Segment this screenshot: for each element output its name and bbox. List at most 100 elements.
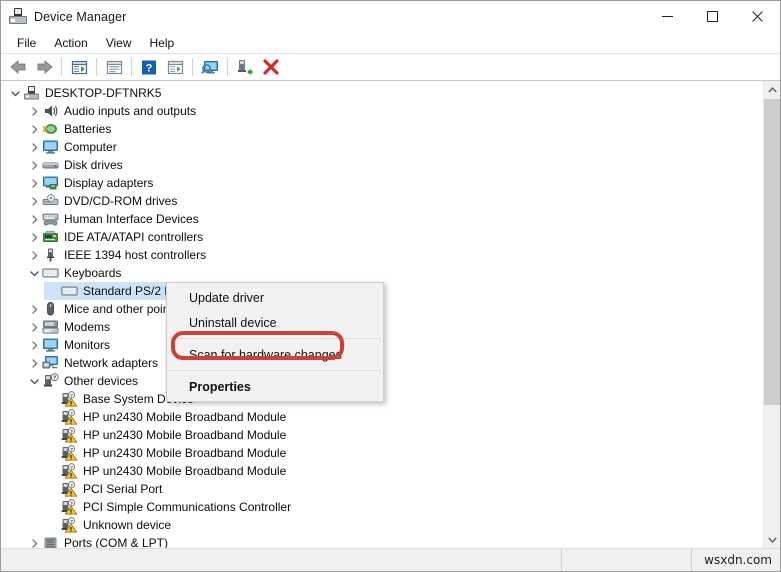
tree-item[interactable]: DESKTOP-DFTNRK5 <box>1 84 763 102</box>
display-adapter-icon <box>42 175 59 191</box>
menu-view[interactable]: View <box>97 34 141 52</box>
context-menu-item[interactable]: Update driver <box>167 285 383 310</box>
tree-item[interactable]: Display adapters <box>1 174 763 192</box>
device-manager-icon <box>9 7 27 26</box>
chevron-right-icon[interactable] <box>26 174 42 192</box>
status-middle-panel <box>562 549 692 571</box>
tree-item-label: Disk drives <box>64 158 123 172</box>
maximize-button[interactable] <box>690 1 735 32</box>
scroll-up-arrow-icon[interactable] <box>764 81 780 98</box>
context-menu-item[interactable]: Uninstall device <box>167 310 383 335</box>
chevron-right-icon[interactable] <box>26 102 42 120</box>
tree-item[interactable]: ? HP un2430 Mobile Broadband Module <box>1 408 763 426</box>
tree-item[interactable]: Keyboards <box>1 264 763 282</box>
context-menu-item[interactable]: Properties <box>167 374 383 399</box>
console-tree-button[interactable] <box>66 55 92 79</box>
tree-item-label: Display adapters <box>64 176 154 190</box>
tree-item-label: DVD/CD-ROM drives <box>64 194 178 208</box>
battery-icon <box>42 121 59 137</box>
back-button[interactable] <box>5 55 31 79</box>
tree-item[interactable]: ? Unknown device <box>1 516 763 534</box>
scan-hardware-changes-button[interactable] <box>197 55 223 79</box>
tree-item[interactable]: ? PCI Serial Port <box>1 480 763 498</box>
chevron-right-icon[interactable] <box>26 120 42 138</box>
network-adapter-icon <box>42 355 59 371</box>
tree-item[interactable]: DVD/CD-ROM drives <box>1 192 763 210</box>
tree-item-label: HP un2430 Mobile Broadband Module <box>83 428 287 442</box>
chevron-right-icon[interactable] <box>26 534 42 548</box>
tree-item[interactable]: IDE ATA/ATAPI controllers <box>1 228 763 246</box>
tree-item-label: Human Interface Devices <box>64 212 199 226</box>
unknown-device-warning-icon: ? <box>61 391 78 407</box>
unknown-device-warning-icon: ? <box>61 409 78 425</box>
properties-window-button[interactable] <box>101 55 127 79</box>
scroll-down-arrow-icon[interactable] <box>764 531 780 548</box>
unknown-device-warning-icon: ? <box>61 427 78 443</box>
tree-item-label: Other devices <box>64 374 139 388</box>
tree-item-label: Network adapters <box>64 356 159 370</box>
context-menu-item[interactable]: Scan for hardware changes <box>167 342 383 367</box>
tree-item[interactable]: Computer <box>1 138 763 156</box>
context-menu[interactable]: Update driver Uninstall device Scan for ha… <box>166 282 384 402</box>
tree-item[interactable]: Disk drives <box>1 156 763 174</box>
chevron-down-icon[interactable] <box>26 264 42 282</box>
forward-button[interactable] <box>31 55 57 79</box>
ide-controller-icon <box>42 229 59 245</box>
tree-item[interactable]: ? PCI Simple Communications Controller <box>1 498 763 516</box>
enable-device-button[interactable] <box>232 55 258 79</box>
menu-file[interactable]: File <box>8 34 45 52</box>
optical-drive-icon <box>42 193 59 209</box>
modem-icon <box>42 319 59 335</box>
chevron-right-icon[interactable] <box>26 318 42 336</box>
menu-help[interactable]: Help <box>141 34 184 52</box>
tree-item[interactable]: ? HP un2430 Mobile Broadband Module <box>1 426 763 444</box>
chevron-right-icon[interactable] <box>26 354 42 372</box>
help-button[interactable]: ? <box>136 55 162 79</box>
unknown-device-warning-icon: ? <box>61 445 78 461</box>
tree-item[interactable]: Batteries <box>1 120 763 138</box>
toolbar-separator <box>61 58 62 76</box>
computer-root-icon <box>23 85 40 101</box>
title-bar: Device Manager <box>1 1 780 32</box>
menu-action[interactable]: Action <box>45 34 96 52</box>
scrollbar-thumb[interactable] <box>764 99 780 405</box>
toolbar: ? <box>1 54 780 81</box>
close-button[interactable] <box>735 1 780 32</box>
chevron-right-icon[interactable] <box>26 138 42 156</box>
vertical-scrollbar[interactable] <box>763 81 780 548</box>
tree-item[interactable]: Ports (COM & LPT) <box>1 534 763 548</box>
chevron-right-icon[interactable] <box>26 228 42 246</box>
context-menu-separator <box>169 370 381 371</box>
monitor-icon <box>42 337 59 353</box>
tree-item[interactable]: ? HP un2430 Mobile Broadband Module <box>1 462 763 480</box>
chevron-right-icon[interactable] <box>26 246 42 264</box>
chevron-right-icon[interactable] <box>26 300 42 318</box>
toolbar-separator <box>227 58 228 76</box>
chevron-right-icon[interactable] <box>26 192 42 210</box>
minimize-button[interactable] <box>645 1 690 32</box>
firewire-icon <box>42 247 59 263</box>
svg-text:?: ? <box>146 62 153 74</box>
chevron-right-icon[interactable] <box>26 156 42 174</box>
tree-item-label: Computer <box>64 140 117 154</box>
chevron-down-icon[interactable] <box>7 84 23 102</box>
monitor-icon <box>42 139 59 155</box>
tree-item-label: Ports (COM & LPT) <box>64 536 169 548</box>
uninstall-device-button[interactable] <box>258 55 284 79</box>
chevron-right-icon[interactable] <box>26 336 42 354</box>
tree-item[interactable]: Audio inputs and outputs <box>1 102 763 120</box>
tree-item[interactable]: ? HP un2430 Mobile Broadband Module <box>1 444 763 462</box>
svg-text:?: ? <box>53 375 56 381</box>
update-driver-button[interactable] <box>162 55 188 79</box>
tree-item[interactable]: Human Interface Devices <box>1 210 763 228</box>
context-menu-separator <box>169 338 381 339</box>
chevron-right-icon[interactable] <box>26 210 42 228</box>
chevron-down-icon[interactable] <box>26 372 42 390</box>
tree-item[interactable]: IEEE 1394 host controllers <box>1 246 763 264</box>
